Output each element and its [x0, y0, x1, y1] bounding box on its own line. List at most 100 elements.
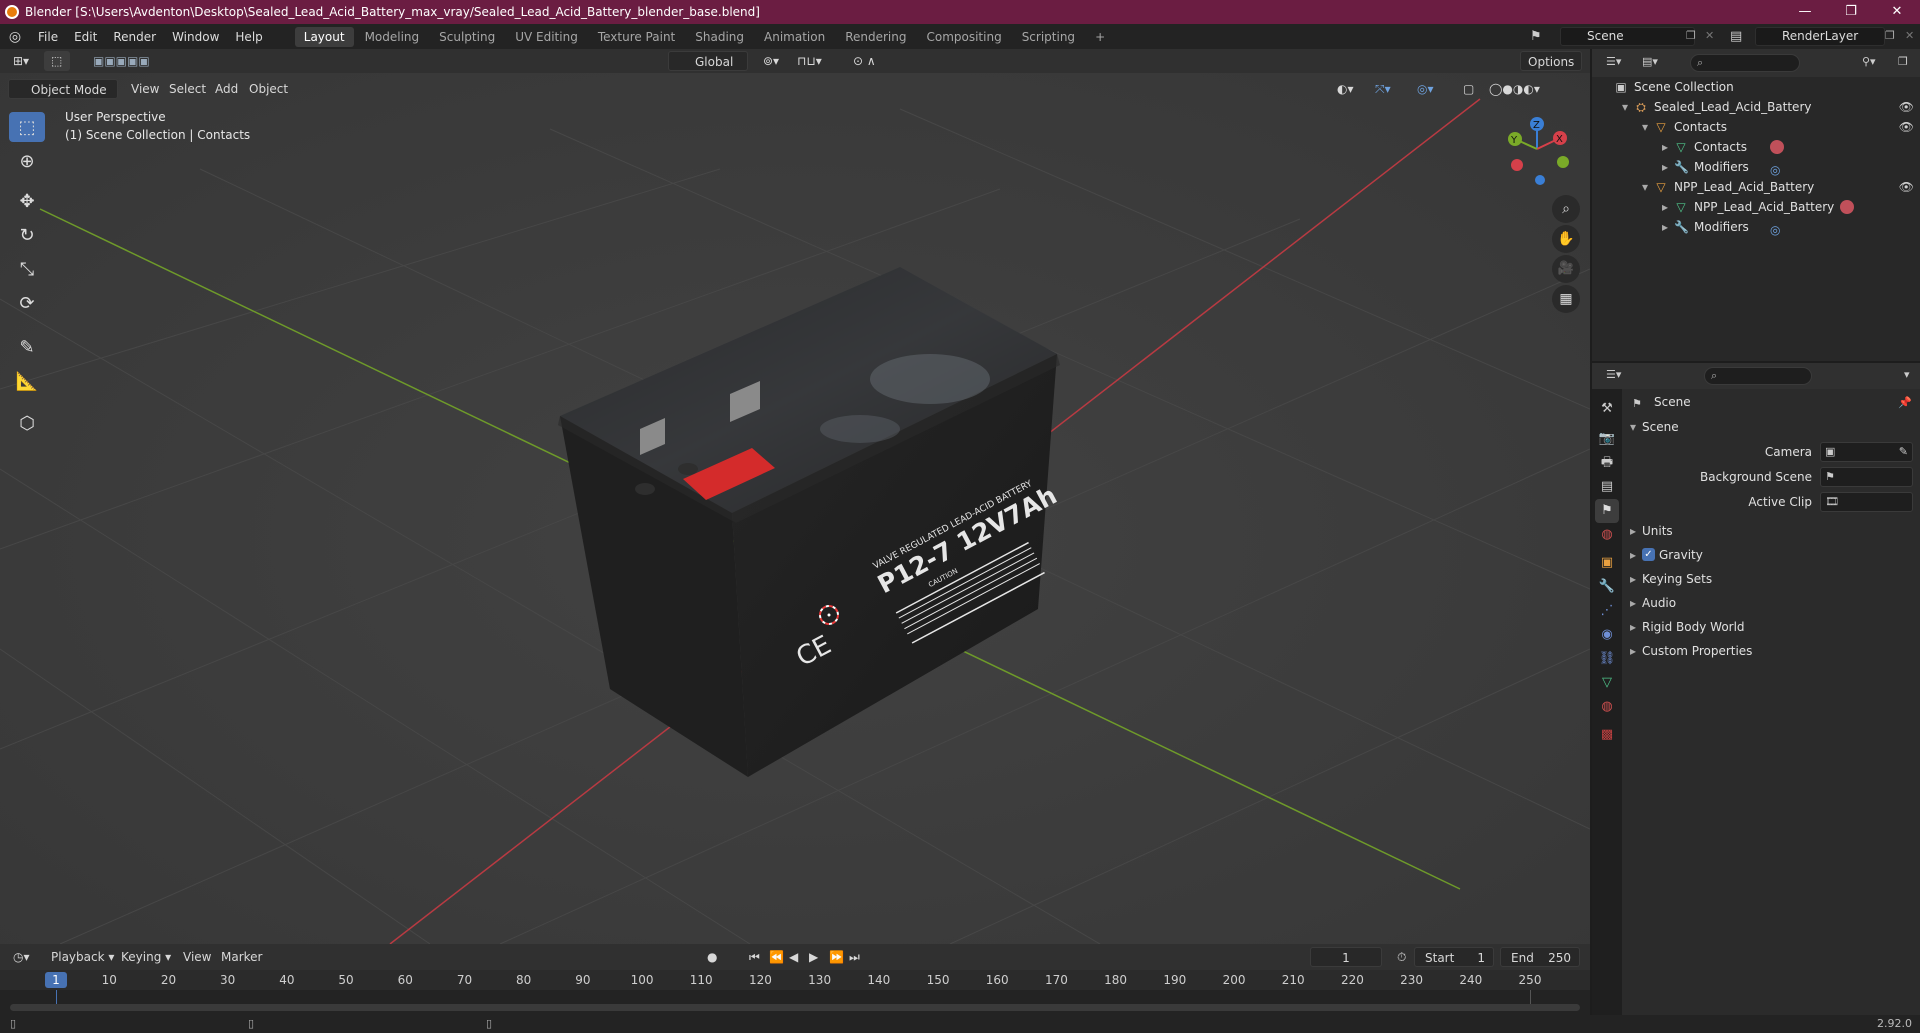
- outliner-search-input[interactable]: ⌕: [1690, 54, 1800, 72]
- minimize-button[interactable]: —: [1782, 0, 1828, 24]
- outliner-item[interactable]: ▾ ▽ NPP_Lead_Acid_Battery 👁: [1592, 177, 1920, 197]
- scene-tab-icon[interactable]: ⚑: [1595, 499, 1619, 523]
- gravity-checkbox[interactable]: ✓: [1642, 548, 1655, 561]
- texture-tab-icon[interactable]: ▩: [1595, 723, 1619, 747]
- new-scene-icon[interactable]: ❐: [1686, 29, 1696, 42]
- tab-texture-paint[interactable]: Texture Paint: [589, 27, 684, 47]
- tool-tab-icon[interactable]: ⚒: [1595, 397, 1619, 421]
- transform-orientation-dropdown[interactable]: Global: [668, 51, 748, 71]
- view-layer-selector[interactable]: RenderLayer: [1755, 27, 1885, 46]
- xray-icon[interactable]: ▢: [1456, 79, 1481, 99]
- menu-playback[interactable]: Playback ▾: [44, 947, 121, 967]
- outliner-item[interactable]: ▸ ▽ NPP_Lead_Acid_Battery: [1592, 197, 1920, 217]
- tab-rendering[interactable]: Rendering: [836, 27, 915, 47]
- tab-uv-editing[interactable]: UV Editing: [506, 27, 587, 47]
- display-mode-icon[interactable]: ▤▾: [1642, 55, 1658, 68]
- preview-range-icon[interactable]: ⏱: [1390, 947, 1413, 967]
- tab-scripting[interactable]: Scripting: [1013, 27, 1084, 47]
- add-workspace-button[interactable]: +: [1086, 27, 1114, 47]
- filter-icon[interactable]: ⚲▾: [1862, 55, 1876, 68]
- scale-tool-icon[interactable]: ⤡: [9, 254, 45, 284]
- overlay-toggle-icon[interactable]: ◎▾: [1410, 79, 1441, 99]
- menu-render[interactable]: Render: [105, 30, 164, 44]
- expand-arrow-icon[interactable]: ▾: [1630, 416, 1636, 438]
- ortho-grid-icon[interactable]: ▦: [1552, 285, 1580, 313]
- active-clip-field[interactable]: 🎞: [1820, 492, 1913, 512]
- outliner-item[interactable]: ▾ ▽ Contacts 👁: [1592, 117, 1920, 137]
- measure-tool-icon[interactable]: 📐: [9, 366, 45, 396]
- menu-keying[interactable]: Keying ▾: [114, 947, 178, 967]
- playhead[interactable]: 1: [45, 972, 67, 988]
- keying-sets-panel[interactable]: Keying Sets: [1642, 568, 1712, 590]
- chevron-down-icon[interactable]: ▾: [1904, 368, 1910, 381]
- menu-add[interactable]: Add: [208, 79, 245, 99]
- expand-arrow-icon[interactable]: ▾: [1638, 117, 1652, 137]
- menu-file[interactable]: File: [30, 30, 66, 44]
- expand-arrow-icon[interactable]: ▸: [1630, 640, 1636, 662]
- world-tab-icon[interactable]: ◍: [1595, 523, 1619, 547]
- expand-arrow-icon[interactable]: ▸: [1658, 137, 1672, 157]
- expand-arrow-icon[interactable]: ▸: [1630, 544, 1636, 566]
- expand-arrow-icon[interactable]: ▸: [1658, 217, 1672, 237]
- scene-section-header[interactable]: Scene: [1642, 416, 1679, 438]
- editor-type-icon[interactable]: ⊞▾: [6, 51, 36, 71]
- outliner-root[interactable]: ▣ Scene Collection: [1592, 77, 1920, 97]
- tab-animation[interactable]: Animation: [755, 27, 834, 47]
- selection-modes-icon[interactable]: ▣▣▣▣▣: [86, 51, 157, 71]
- rigid-body-world-panel[interactable]: Rigid Body World: [1642, 616, 1745, 638]
- visibility-icon[interactable]: ◐▾: [1330, 79, 1361, 99]
- outliner-type-icon[interactable]: ☰▾: [1606, 55, 1621, 68]
- camera-view-icon[interactable]: 🎥: [1552, 255, 1580, 283]
- rotate-tool-icon[interactable]: ↻: [9, 220, 45, 250]
- end-frame-field[interactable]: End 250: [1500, 947, 1580, 967]
- current-frame-field[interactable]: 1: [1310, 947, 1382, 967]
- menu-help[interactable]: Help: [227, 30, 270, 44]
- physics-tab-icon[interactable]: ◉: [1595, 623, 1619, 647]
- mode-dropdown[interactable]: Object Mode: [8, 79, 118, 99]
- expand-arrow-icon[interactable]: ▸: [1630, 592, 1636, 614]
- outliner-item[interactable]: ▸ 🔧 Modifiers ◎: [1592, 157, 1920, 177]
- jump-end-icon[interactable]: ⏭: [842, 947, 867, 967]
- tab-modeling[interactable]: Modeling: [356, 27, 429, 47]
- start-frame-field[interactable]: Start 1: [1414, 947, 1494, 967]
- expand-arrow-icon[interactable]: ▸: [1630, 616, 1636, 638]
- shading-modes-icon[interactable]: ◯●◑◐▾: [1482, 79, 1547, 99]
- eyedropper-icon[interactable]: ✎: [1899, 445, 1908, 458]
- camera-field[interactable]: ▣ ✎: [1820, 442, 1913, 462]
- options-dropdown[interactable]: Options: [1520, 51, 1583, 71]
- expand-arrow-icon[interactable]: ▾: [1638, 177, 1652, 197]
- tab-layout[interactable]: Layout: [294, 26, 354, 47]
- pin-icon[interactable]: 📌: [1898, 396, 1912, 409]
- proportional-edit-icon[interactable]: ⊙ ∧: [846, 51, 883, 71]
- menu-select[interactable]: Select: [162, 79, 213, 99]
- 3d-viewport[interactable]: VALVE REGULATED LEAD-ACID BATTERY P12-7 …: [0, 49, 1590, 944]
- eye-icon[interactable]: 👁: [1899, 117, 1914, 137]
- menu-window[interactable]: Window: [164, 30, 227, 44]
- particles-tab-icon[interactable]: ⋰: [1595, 599, 1619, 623]
- output-tab-icon[interactable]: 🖶: [1595, 451, 1619, 475]
- expand-arrow-icon[interactable]: ▾: [1618, 97, 1632, 117]
- move-tool-icon[interactable]: ✥: [9, 186, 45, 216]
- annotate-tool-icon[interactable]: ✎: [9, 332, 45, 362]
- expand-arrow-icon[interactable]: ▸: [1658, 197, 1672, 217]
- select-mode-icon[interactable]: ⬚: [44, 51, 70, 71]
- gizmo-toggle-icon[interactable]: ⤧▾: [1368, 79, 1398, 99]
- pan-hand-icon[interactable]: ✋: [1552, 225, 1580, 253]
- new-collection-icon[interactable]: ❐: [1898, 55, 1908, 68]
- cursor-tool-icon[interactable]: ⊕: [9, 146, 45, 176]
- add-cube-tool-icon[interactable]: ⬡: [9, 408, 45, 438]
- tab-shading[interactable]: Shading: [686, 27, 753, 47]
- audio-panel[interactable]: Audio: [1642, 592, 1676, 614]
- record-icon[interactable]: ●: [700, 947, 724, 967]
- modifier-tab-icon[interactable]: 🔧: [1595, 575, 1619, 599]
- outliner-item[interactable]: ▸ ▽ Contacts: [1592, 137, 1920, 157]
- new-view-layer-icon[interactable]: ❐: [1885, 29, 1895, 42]
- render-tab-icon[interactable]: 📷: [1595, 427, 1619, 451]
- constraints-tab-icon[interactable]: ⛓: [1595, 647, 1619, 671]
- eye-icon[interactable]: 👁: [1899, 177, 1914, 197]
- scene-selector[interactable]: Scene: [1560, 27, 1695, 46]
- menu-edit[interactable]: Edit: [66, 30, 105, 44]
- zoom-icon[interactable]: ⌕: [1552, 195, 1580, 223]
- menu-timeline-view[interactable]: View: [176, 947, 218, 967]
- material-tab-icon[interactable]: ◍: [1595, 695, 1619, 719]
